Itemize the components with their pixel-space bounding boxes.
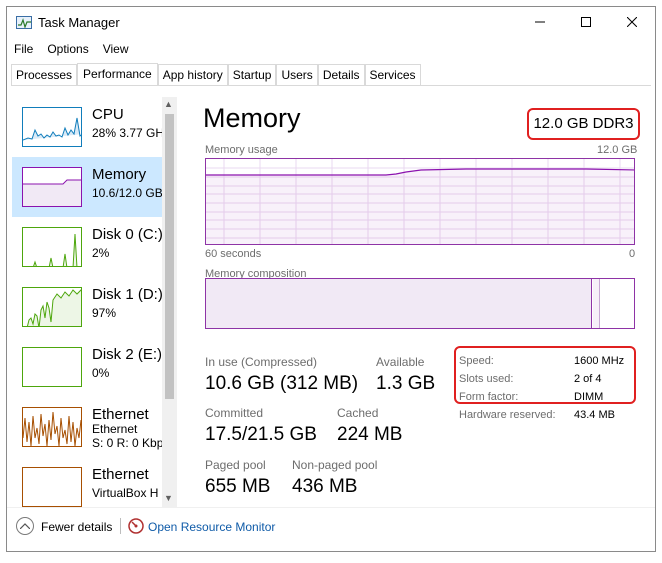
ethernet-thumbnail-graph: [22, 407, 82, 447]
memory-usage-graph: [205, 158, 635, 245]
title-bar: Task Manager: [7, 7, 655, 37]
resource-detail: 2%: [92, 246, 110, 260]
resource-name: Ethernet: [92, 406, 149, 423]
paged-pool-label: Paged pool: [205, 458, 266, 472]
memory-composition-bar: [205, 278, 635, 329]
tab-divider: [11, 85, 651, 86]
open-resource-monitor-link[interactable]: Open Resource Monitor: [148, 520, 275, 534]
tab-processes[interactable]: Processes: [11, 64, 78, 85]
task-manager-icon: [16, 16, 32, 29]
cpu-thumbnail-graph: [22, 107, 82, 147]
speed-value: 1600 MHz: [574, 355, 625, 367]
time-zero-label: 0: [629, 248, 636, 260]
resource-list: CPU 28% 3.77 GH Memory 10.6/12.0 GB Disk…: [12, 87, 177, 507]
resource-detail: 10.6/12.0 GB: [92, 186, 163, 200]
hardware-reserved-label: Hardware reserved:: [459, 409, 556, 421]
menu-view[interactable]: View: [96, 40, 136, 60]
slots-used-label: Slots used:: [459, 373, 514, 385]
form-factor-label: Form factor:: [459, 391, 519, 403]
cached-value: 224 MB: [337, 424, 403, 445]
tab-services[interactable]: Services: [364, 64, 421, 85]
minimize-button[interactable]: [517, 7, 563, 37]
resource-disk-1[interactable]: Disk 1 (D:) 97%: [12, 277, 163, 337]
non-paged-pool-label: Non-paged pool: [292, 458, 378, 472]
resource-monitor-icon[interactable]: [128, 518, 144, 534]
speed-label: Speed:: [459, 355, 494, 367]
committed-label: Committed: [205, 406, 264, 420]
ethernet2-thumbnail-graph: [22, 467, 82, 507]
menu-file[interactable]: File: [7, 40, 40, 60]
footer-divider: [7, 507, 655, 508]
resource-name: Disk 2 (E:): [92, 346, 163, 363]
paged-pool-value: 655 MB: [205, 476, 271, 497]
tab-users[interactable]: Users: [276, 64, 318, 85]
performance-section-title: Memory: [203, 103, 301, 133]
fewer-details-link[interactable]: Fewer details: [41, 520, 112, 534]
composition-modified-segment: [593, 279, 600, 328]
resource-ethernet-virtualbox[interactable]: Ethernet VirtualBox H: [12, 457, 162, 507]
form-factor-value: DIMM: [574, 391, 604, 403]
time-span-label: 60 seconds: [205, 248, 262, 260]
tab-app-history[interactable]: App history: [157, 64, 228, 85]
non-paged-pool-value: 436 MB: [292, 476, 358, 497]
available-value: 1.3 GB: [376, 373, 436, 394]
committed-value: 17.5/21.5 GB: [205, 424, 317, 445]
resource-throughput: S: 0 R: 0 Kbp: [92, 436, 164, 450]
resource-disk-2[interactable]: Disk 2 (E:) 0%: [12, 337, 162, 397]
resource-name: CPU: [92, 106, 124, 123]
scrollbar-thumb[interactable]: [165, 114, 174, 399]
resource-name: Disk 1 (D:): [92, 286, 163, 303]
memory-usage-max: 12.0 GB: [597, 144, 638, 156]
memory-thumbnail-graph: [22, 167, 82, 207]
tab-details[interactable]: Details: [317, 64, 365, 85]
resource-detail: 28% 3.77 GH: [92, 126, 165, 140]
menu-bar: File Options View: [7, 40, 136, 60]
in-use-value: 10.6 GB (312 MB): [205, 373, 359, 394]
resource-name: Disk 0 (C:): [92, 226, 163, 243]
footer-separator: [120, 518, 121, 534]
disk2-thumbnail-graph: [22, 347, 82, 387]
resource-disk-0[interactable]: Disk 0 (C:) 2%: [12, 217, 163, 277]
available-label: Available: [376, 355, 425, 369]
memory-usage-label: Memory usage: [205, 144, 278, 156]
disk0-thumbnail-graph: [22, 227, 82, 267]
resource-name: Ethernet: [92, 466, 149, 483]
composition-in-use-segment: [206, 279, 592, 328]
slots-used-value: 2 of 4: [574, 373, 602, 385]
resource-cpu[interactable]: CPU 28% 3.77 GH: [12, 97, 165, 157]
resource-name: Memory: [92, 166, 147, 183]
scroll-down-arrow-icon[interactable]: ▼: [164, 493, 173, 503]
memory-capacity-type: 12.0 GB DDR3: [527, 108, 640, 140]
maximize-icon: [581, 17, 591, 27]
tab-performance[interactable]: Performance: [77, 63, 158, 85]
chevron-up-icon[interactable]: [16, 517, 34, 535]
hardware-reserved-value: 43.4 MB: [574, 409, 615, 421]
resource-detail: 0%: [92, 366, 110, 380]
resource-ethernet[interactable]: Ethernet Ethernet S: 0 R: 0 Kbp: [12, 397, 164, 457]
task-manager-window: Task Manager File Options View Processes…: [6, 6, 656, 552]
maximize-button[interactable]: [563, 7, 609, 37]
close-icon: [627, 17, 637, 27]
resource-memory[interactable]: Memory 10.6/12.0 GB: [12, 157, 163, 217]
in-use-label: In use (Compressed): [205, 355, 318, 369]
resource-detail: Ethernet: [92, 422, 138, 436]
disk1-thumbnail-graph: [22, 287, 82, 327]
resource-detail: 97%: [92, 306, 117, 320]
window-title: Task Manager: [38, 15, 120, 30]
menu-options[interactable]: Options: [40, 40, 95, 60]
cached-label: Cached: [337, 406, 379, 420]
resource-detail: VirtualBox H: [92, 486, 159, 500]
close-button[interactable]: [609, 7, 655, 37]
tab-strip: Processes Performance App history Startu…: [11, 63, 421, 85]
minimize-icon: [535, 21, 545, 23]
scroll-up-arrow-icon[interactable]: ▲: [164, 99, 173, 109]
tab-startup[interactable]: Startup: [227, 64, 277, 85]
